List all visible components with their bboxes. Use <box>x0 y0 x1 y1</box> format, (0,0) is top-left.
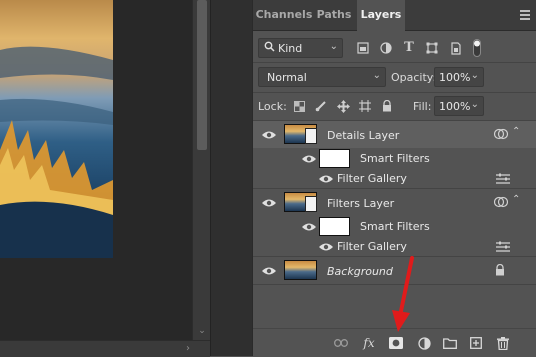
filter-name: Filter Gallery <box>337 240 407 253</box>
tab-paths[interactable]: Paths <box>315 0 353 30</box>
panel-tabs: Channels Paths Layers <box>253 0 536 31</box>
blend-row: Normal ⌄ Opacity: 100% ⌄ <box>253 66 536 88</box>
layer-row-background[interactable]: Background <box>253 257 536 284</box>
blend-mode-value: Normal <box>267 71 307 84</box>
adjustment-layer-icon[interactable] <box>416 335 432 351</box>
kind-filter-select[interactable]: Kind ⌄ <box>258 38 343 58</box>
filter-blending-options-icon[interactable] <box>496 173 510 184</box>
layer-row-details[interactable]: Details Layer ⌃ <box>253 121 536 148</box>
filter-gallery-row[interactable]: Filter Gallery <box>253 236 536 256</box>
canvas-image <box>0 0 113 258</box>
layer-name[interactable]: Details Layer <box>327 129 399 142</box>
panel-menu-icon[interactable] <box>520 10 530 22</box>
canvas-vertical-scrollbar[interactable]: ⌄ <box>192 0 211 340</box>
type-icon[interactable]: T <box>401 39 417 55</box>
lock-label: Lock: <box>258 100 287 113</box>
layer-thumbnail <box>284 260 317 280</box>
add-mask-icon[interactable] <box>388 335 404 351</box>
filter-mask-thumbnail <box>319 149 350 168</box>
fx-icon[interactable]: fx <box>361 335 377 351</box>
filter-name: Filter Gallery <box>337 172 407 185</box>
lock-transparent-icon[interactable] <box>291 98 307 114</box>
layer-name[interactable]: Filters Layer <box>327 197 394 210</box>
layers-panel: Channels Paths Layers Kind ⌄ T Normal ⌄ … <box>252 0 536 357</box>
canvas-horizontal-scrollbar[interactable]: › <box>0 340 210 357</box>
fill-value: 100% <box>439 100 471 113</box>
layers-bottom-bar: fx <box>253 328 536 357</box>
tab-channels[interactable]: Channels <box>255 0 313 30</box>
lock-row: Lock: Fill: 100% ⌄ <box>253 95 536 117</box>
visibility-eye-icon[interactable] <box>319 242 333 252</box>
divider <box>253 62 536 63</box>
filter-blending-options-icon[interactable] <box>496 241 510 252</box>
lock-move-icon[interactable] <box>335 98 351 114</box>
chevron-down-icon: ⌄ <box>470 70 479 81</box>
scrollbar-thumb[interactable] <box>197 0 207 150</box>
adjustment-icon[interactable] <box>378 40 394 56</box>
layer-name[interactable]: Background <box>327 265 393 278</box>
document-canvas[interactable] <box>0 0 192 356</box>
smart-object-badge-icon <box>305 128 317 144</box>
new-group-icon[interactable] <box>442 335 458 351</box>
trash-icon[interactable] <box>495 335 511 351</box>
visibility-eye-icon[interactable] <box>262 198 276 208</box>
fill-label: Fill: <box>413 100 432 113</box>
smart-filters-label: Smart Filters <box>360 220 430 233</box>
smart-filter-options-icon[interactable] <box>494 196 508 208</box>
divider <box>253 92 536 93</box>
smart-filters-label: Smart Filters <box>360 152 430 165</box>
opacity-label: Opacity: <box>391 71 437 84</box>
kind-filter-label: Kind <box>278 42 303 55</box>
fill-field[interactable]: 100% ⌄ <box>434 96 484 116</box>
lock-all-icon[interactable] <box>379 98 395 114</box>
chevron-down-icon: ⌄ <box>372 70 381 81</box>
blend-mode-select[interactable]: Normal ⌄ <box>258 67 386 87</box>
lock-icon[interactable] <box>495 264 505 276</box>
smart-object-badge-icon <box>305 196 317 212</box>
filter-row: Kind ⌄ T <box>253 36 536 60</box>
opacity-field[interactable]: 100% ⌄ <box>434 67 484 87</box>
filter-gallery-row[interactable]: Filter Gallery <box>253 168 536 188</box>
collapse-chevron-icon[interactable]: ⌃ <box>512 194 520 205</box>
new-layer-icon[interactable] <box>468 335 484 351</box>
scroll-right-icon[interactable]: › <box>186 343 190 354</box>
chevron-down-icon: ⌄ <box>470 99 479 110</box>
chevron-down-icon: ⌄ <box>329 41 338 52</box>
lock-artboard-icon[interactable] <box>357 98 373 114</box>
filter-toggle-icon[interactable] <box>471 38 483 58</box>
tab-layers[interactable]: Layers <box>357 0 405 31</box>
visibility-eye-icon[interactable] <box>262 266 276 276</box>
filter-mask-thumbnail <box>319 217 350 236</box>
link-icon[interactable] <box>333 335 349 351</box>
panel-gutter <box>210 0 253 356</box>
visibility-eye-icon[interactable] <box>262 130 276 140</box>
smart-filters-row[interactable]: Smart Filters <box>253 216 536 236</box>
visibility-eye-icon[interactable] <box>319 174 333 184</box>
pixel-layer-icon[interactable] <box>355 40 371 56</box>
lock-paint-icon[interactable] <box>313 98 329 114</box>
shape-icon[interactable] <box>424 40 440 56</box>
smart-filter-options-icon[interactable] <box>494 128 508 140</box>
search-icon <box>264 41 275 55</box>
visibility-eye-icon[interactable] <box>302 154 316 164</box>
collapse-chevron-icon[interactable]: ⌃ <box>512 126 520 137</box>
smart-filters-row[interactable]: Smart Filters <box>253 148 536 168</box>
divider <box>253 284 536 285</box>
opacity-value: 100% <box>439 71 471 84</box>
layer-row-filters[interactable]: Filters Layer ⌃ <box>253 189 536 216</box>
scroll-down-icon[interactable]: ⌄ <box>197 326 207 336</box>
smart-object-icon[interactable] <box>448 40 464 56</box>
visibility-eye-icon[interactable] <box>302 222 316 232</box>
